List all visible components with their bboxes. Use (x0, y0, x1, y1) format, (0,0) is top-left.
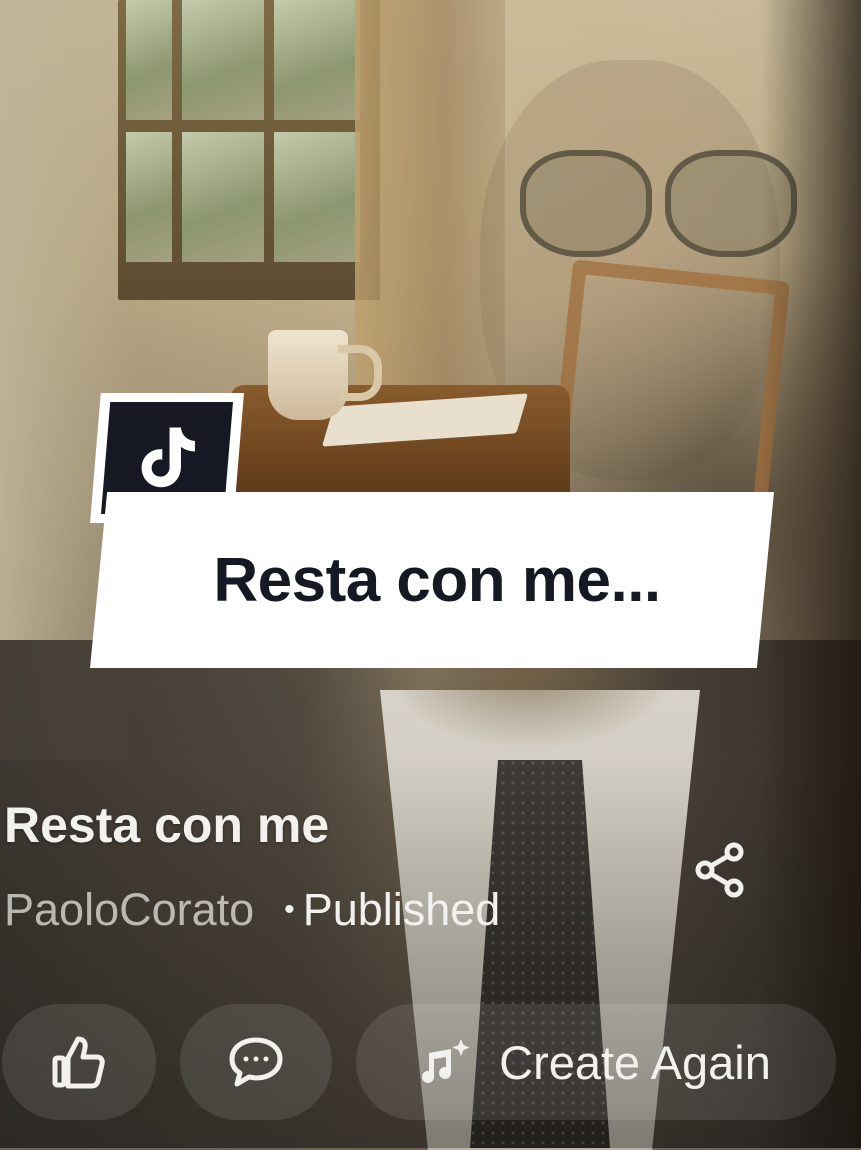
song-meta: PaoloCorato • Published (4, 882, 500, 938)
thumbs-up-icon (52, 1036, 105, 1089)
comment-icon (229, 1037, 283, 1087)
tea-cup (268, 330, 348, 420)
song-title: Resta con me (4, 797, 330, 853)
separator-dot: • (284, 893, 295, 926)
glasses (520, 150, 797, 270)
share-button[interactable] (690, 840, 750, 900)
create-again-label: Create Again (499, 1035, 771, 1089)
sticker-card: Resta con me... (90, 492, 774, 668)
tiktok-logo-icon (141, 427, 195, 488)
publish-status: Published (302, 884, 501, 935)
share-icon (695, 842, 744, 898)
window (118, 0, 380, 300)
chair (547, 259, 791, 525)
tea-cup-handle (338, 345, 382, 401)
create-again-button[interactable]: Create Again (356, 1004, 836, 1120)
sticker-title: Resta con me... (213, 545, 661, 615)
music-sparkle-icon (422, 1039, 470, 1083)
like-button[interactable] (2, 1004, 156, 1120)
comment-button[interactable] (180, 1004, 332, 1120)
author-name[interactable]: PaoloCorato (4, 884, 254, 936)
